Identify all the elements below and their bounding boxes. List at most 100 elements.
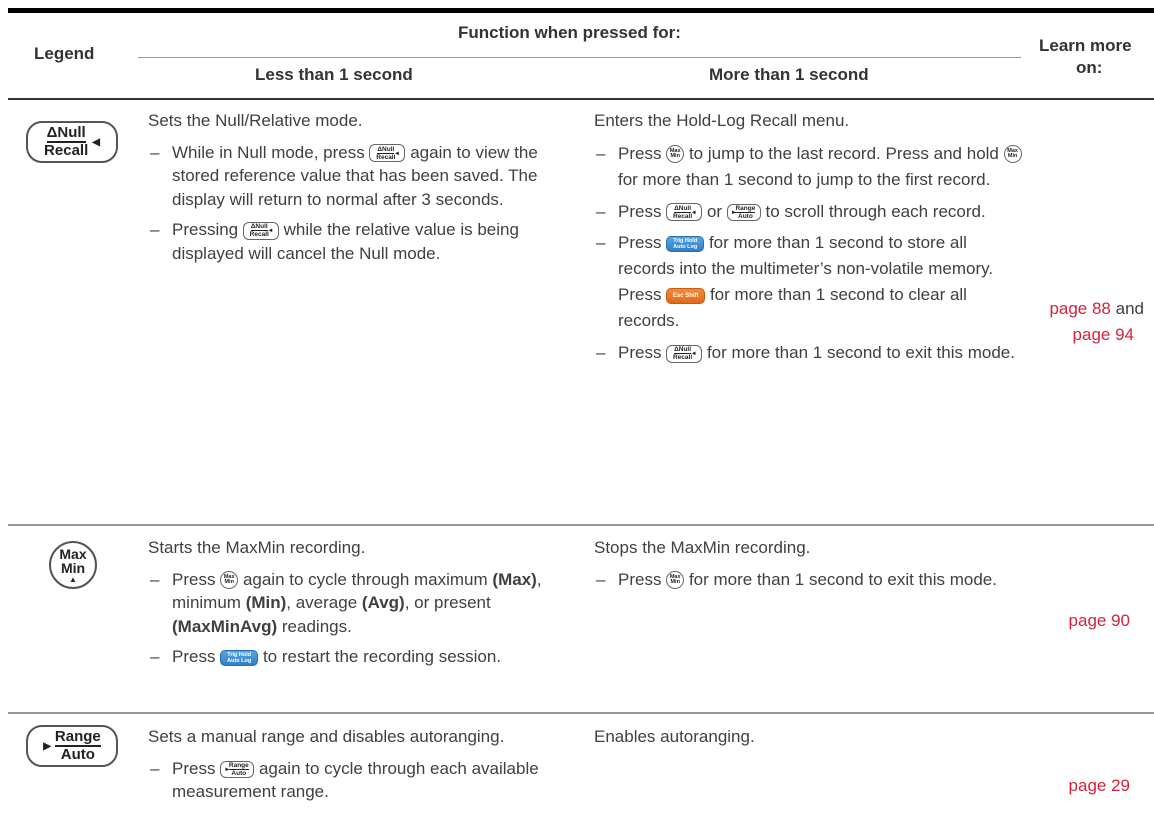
text: , average bbox=[286, 593, 358, 612]
up-arrow-icon: ▲ bbox=[69, 574, 77, 584]
null-key-top-label: ΔNull bbox=[46, 124, 86, 143]
text: Press bbox=[172, 758, 216, 778]
null-recall-key-icon: ΔNull Recall ◂ bbox=[242, 221, 279, 240]
page-94-link[interactable]: page 94 bbox=[1073, 325, 1134, 344]
text: for more than 1 second to jump to the fi… bbox=[618, 169, 991, 189]
row2-divider bbox=[8, 712, 1154, 714]
row3-more-intro: Enables autoranging. bbox=[594, 727, 755, 746]
dash: – bbox=[596, 233, 606, 252]
dash: – bbox=[596, 343, 606, 362]
row1-less-bullet-1: – While in Null mode, press ΔNull Recall ◂… bbox=[148, 141, 578, 212]
trig-hold-key-icon: Trig Hold Auto Log bbox=[666, 235, 705, 252]
row3-less-cell: Sets a manual range and disables autoran… bbox=[148, 725, 578, 811]
dash: – bbox=[150, 647, 160, 666]
max-min-key-icon: Max Min bbox=[666, 145, 685, 164]
maxminavg-bold: (MaxMinAvg) bbox=[172, 616, 278, 636]
row3-learn-more: page 29 bbox=[1030, 773, 1130, 799]
row2-more-cell: Stops the MaxMin recording. – Press Max M… bbox=[594, 536, 1024, 598]
dash: – bbox=[150, 569, 160, 589]
text: Press bbox=[618, 143, 662, 163]
null-recall-key-icon: ΔNull Recall ◂ bbox=[666, 203, 703, 222]
row3-less-intro: Sets a manual range and disables autoran… bbox=[148, 727, 505, 746]
range-key-bottom-label: Auto bbox=[60, 746, 95, 763]
dash: – bbox=[596, 569, 606, 589]
text: Press bbox=[172, 569, 216, 589]
row1-more-intro: Enters the Hold-Log Recall menu. bbox=[594, 111, 850, 130]
text: or bbox=[706, 201, 723, 221]
row2-learn-more: page 90 bbox=[1030, 608, 1130, 634]
text: for more than 1 second to exit this mode… bbox=[706, 343, 1015, 362]
dash: – bbox=[596, 143, 606, 163]
right-arrow-icon: ▶ bbox=[43, 740, 51, 752]
text: to jump to the last record. Press and ho… bbox=[688, 143, 999, 163]
row2-more-intro: Stops the MaxMin recording. bbox=[594, 538, 811, 557]
dash: – bbox=[596, 201, 606, 221]
and-text: and bbox=[1115, 299, 1144, 318]
text: again to cycle through maximum bbox=[242, 569, 488, 589]
text: Press bbox=[618, 201, 662, 221]
row2-less-bullet-2: – Press Trig Hold Auto Log to restart the… bbox=[148, 645, 578, 669]
more-than-header: More than 1 second bbox=[709, 65, 869, 84]
learn-more-header-2: on: bbox=[1076, 58, 1103, 77]
left-arrow-icon: ◀ bbox=[92, 136, 100, 148]
null-recall-key-icon: ΔNull Recall ◂ bbox=[666, 344, 703, 363]
max-key-bottom-label: Min bbox=[60, 559, 86, 576]
row1-more-bullet-4: – Press ΔNull Recall ◂ for more than 1 sec… bbox=[594, 341, 1024, 365]
row2-more-bullet-1: – Press Max Min for more than 1 second to… bbox=[594, 568, 1024, 592]
row3-less-bullet-1: – Press ▸ Range Auto again to cycle throug… bbox=[148, 757, 578, 804]
row1-less-bullet-2: – Pressing ΔNull Recall ◂ while the relati… bbox=[148, 218, 578, 265]
manual-page: Legend Function when pressed for: Less t… bbox=[0, 0, 1154, 831]
text: readings. bbox=[281, 616, 352, 636]
row1-divider bbox=[8, 524, 1154, 526]
esc-shift-key-icon: Esc Shift bbox=[666, 287, 706, 304]
text: to restart the recording session. bbox=[262, 647, 502, 666]
less-than-header: Less than 1 second bbox=[255, 65, 413, 84]
top-rule bbox=[8, 8, 1154, 13]
text: Press bbox=[618, 233, 662, 252]
learn-more-header-1: Learn more bbox=[1039, 36, 1132, 55]
text: for more than 1 second to exit this mode… bbox=[688, 569, 997, 589]
dash: – bbox=[150, 758, 160, 778]
row2-less-cell: Starts the MaxMin recording. – Press Max… bbox=[148, 536, 578, 676]
range-auto-key: ▶ Range Auto bbox=[26, 725, 118, 767]
range-auto-key-icon: ▸ Range Auto bbox=[726, 203, 761, 221]
page-88-link[interactable]: page 88 bbox=[1049, 299, 1110, 318]
text: Press bbox=[172, 647, 216, 666]
row2-less-bullet-1: – Press Max Min again to cycle through ma… bbox=[148, 568, 578, 639]
text: to scroll through each record. bbox=[765, 201, 986, 221]
null-key-bottom-label: Recall bbox=[44, 142, 89, 159]
row1-more-cell: Enters the Hold-Log Recall menu. – Press… bbox=[594, 109, 1024, 372]
text: Press bbox=[618, 343, 662, 362]
min-bold: (Min) bbox=[245, 593, 287, 612]
header-bottom-rule bbox=[8, 98, 1154, 100]
text: , or present bbox=[404, 593, 491, 612]
row1-more-bullet-2: – Press ΔNull Recall ◂ or ▸ Range Auto to sc… bbox=[594, 200, 1024, 224]
row2-less-intro: Starts the MaxMin recording. bbox=[148, 538, 366, 557]
max-min-key-icon: Max Min bbox=[1003, 145, 1022, 164]
dash: – bbox=[150, 220, 160, 239]
function-header: Function when pressed for: bbox=[458, 23, 681, 42]
row1-more-bullet-3: – Press Trig Hold Auto Log for more than … bbox=[594, 230, 1024, 334]
max-min-key-icon: Max Min bbox=[220, 571, 239, 590]
null-recall-key-icon: ΔNull Recall ◂ bbox=[369, 144, 406, 163]
range-key-top-label: Range bbox=[54, 728, 101, 747]
row1-more-bullet-1: – Press Max Min to jump to the last recor… bbox=[594, 141, 1024, 193]
text: While in Null mode, press bbox=[172, 142, 365, 162]
avg-bold: (Avg) bbox=[361, 593, 405, 612]
page-29-link[interactable]: page 29 bbox=[1069, 776, 1130, 795]
row1-less-cell: Sets the Null/Relative mode. – While in … bbox=[148, 109, 578, 272]
page-90-link[interactable]: page 90 bbox=[1069, 611, 1130, 630]
header-divider bbox=[138, 57, 1021, 58]
max-bold: (Max) bbox=[492, 569, 537, 589]
max-key-top-label: Max bbox=[59, 545, 87, 562]
text: Pressing bbox=[172, 220, 239, 239]
trig-hold-key-icon: Trig Hold Auto Log bbox=[220, 649, 259, 666]
max-min-key: Max Min ▲ bbox=[49, 541, 97, 589]
null-recall-key: ΔNull Recall ◀ bbox=[26, 121, 118, 163]
row1-learn-more: page 88 and page 94 bbox=[1030, 296, 1144, 348]
range-auto-key-icon: ▸ Range Auto bbox=[220, 760, 255, 778]
dash: – bbox=[150, 142, 160, 162]
max-min-key-icon: Max Min bbox=[666, 571, 685, 590]
row1-less-intro: Sets the Null/Relative mode. bbox=[148, 111, 363, 130]
text: Press bbox=[618, 569, 662, 589]
